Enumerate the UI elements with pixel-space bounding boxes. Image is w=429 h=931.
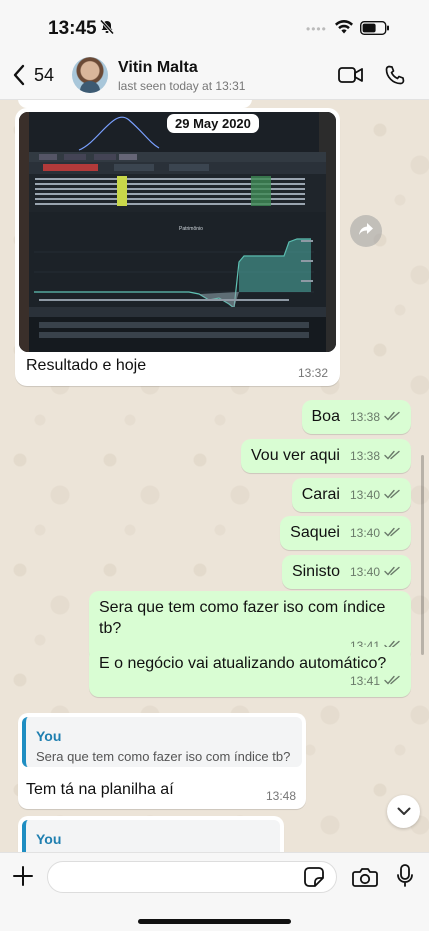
- previous-message-time: 13:32: [214, 100, 242, 102]
- message-time: 13:41: [349, 674, 380, 688]
- contact-avatar[interactable]: [72, 57, 108, 93]
- previous-message-fragment: 13:32: [18, 100, 252, 108]
- bell-slash-icon: [99, 19, 115, 40]
- message-text: Carai: [301, 486, 340, 503]
- message-text: E o negócio vai atualizando automático?: [99, 655, 387, 672]
- outgoing-message[interactable]: Boa 13:38: [301, 400, 411, 434]
- trading-platform-photo: Patrimônio: [19, 112, 336, 352]
- message-text: Boa: [311, 408, 340, 425]
- sticker-icon[interactable]: [303, 866, 325, 893]
- chevron-down-icon: [397, 803, 411, 821]
- contact-name[interactable]: Vitin Malta: [118, 59, 198, 77]
- message-time: 13:40: [349, 526, 380, 540]
- read-ticks-icon: [384, 488, 401, 502]
- image-caption: Resultado e hoje: [26, 357, 147, 374]
- outgoing-message[interactable]: Carai 13:40: [291, 478, 411, 512]
- read-ticks-icon: [384, 565, 401, 579]
- message-text: Sera que tem como fazer iso com índice t…: [99, 599, 386, 637]
- forward-button[interactable]: [350, 215, 382, 247]
- outgoing-message[interactable]: Saquei 13:40: [280, 516, 411, 550]
- message-time: 13:38: [349, 410, 380, 424]
- incoming-reply-message[interactable]: You Sera que tem como fazer iso com índi…: [18, 713, 306, 809]
- forward-arrow-icon: [358, 222, 374, 241]
- signal-dots: ••••: [306, 22, 327, 36]
- microphone-icon[interactable]: [396, 863, 414, 894]
- unread-chats-count[interactable]: 54: [34, 65, 54, 86]
- status-bar: 13:45 ••••: [0, 0, 429, 50]
- outgoing-message[interactable]: E o negócio vai atualizando automático? …: [89, 647, 411, 697]
- chart-title-text: Patrimônio: [179, 226, 203, 232]
- phone-call-icon[interactable]: [384, 64, 406, 91]
- message-text: Sinisto: [291, 563, 340, 580]
- message-text: Tem tá na planilha aí: [26, 781, 174, 798]
- scroll-to-bottom-button[interactable]: [387, 795, 420, 828]
- message-text: Saquei: [290, 524, 340, 541]
- status-time: 13:45: [48, 18, 97, 39]
- quoted-author: You: [36, 831, 62, 847]
- chat-header: 54 Vitin Malta last seen today at 13:31: [0, 50, 429, 100]
- chat-scrollbar[interactable]: [421, 455, 424, 655]
- message-time: 13:38: [349, 449, 380, 463]
- home-indicator: [138, 919, 291, 924]
- image-date-overlay: 29 May 2020: [167, 114, 259, 133]
- quoted-message[interactable]: You Sera que tem como fazer iso com índi…: [22, 717, 302, 767]
- outgoing-message[interactable]: Sinisto 13:40: [281, 555, 411, 589]
- contact-last-seen: last seen today at 13:31: [118, 79, 246, 93]
- wifi-icon: [334, 20, 354, 39]
- quoted-message[interactable]: You: [22, 820, 280, 852]
- incoming-reply-message-partial[interactable]: You: [18, 816, 284, 852]
- message-time: 13:40: [349, 565, 380, 579]
- outgoing-message[interactable]: Vou ver aqui 13:38: [241, 439, 411, 473]
- image-message[interactable]: 29 May 2020 Patrimônio Resultado e hoje …: [15, 108, 340, 386]
- message-text: Vou ver aqui: [251, 447, 340, 464]
- plus-icon[interactable]: [12, 865, 34, 892]
- chat-messages-area[interactable]: 13:32 29 May 2020: [0, 100, 429, 852]
- quoted-text: Sera que tem como fazer iso com índice t…: [36, 749, 291, 764]
- message-input[interactable]: [47, 861, 337, 893]
- chevron-left-icon[interactable]: [12, 64, 26, 91]
- message-composer: [0, 852, 429, 931]
- trading-screenshot-image[interactable]: 29 May 2020 Patrimônio: [19, 112, 336, 352]
- read-ticks-icon: [384, 674, 401, 688]
- camera-icon[interactable]: [352, 866, 378, 893]
- message-time: 13:40: [349, 488, 380, 502]
- read-ticks-icon: [384, 526, 401, 540]
- read-ticks-icon: [384, 449, 401, 463]
- image-message-time: 13:32: [297, 366, 328, 380]
- quoted-author: You: [36, 728, 62, 744]
- battery-icon: [359, 20, 390, 40]
- message-time: 13:48: [265, 789, 296, 803]
- read-ticks-icon: [384, 410, 401, 424]
- video-call-icon[interactable]: [338, 66, 364, 89]
